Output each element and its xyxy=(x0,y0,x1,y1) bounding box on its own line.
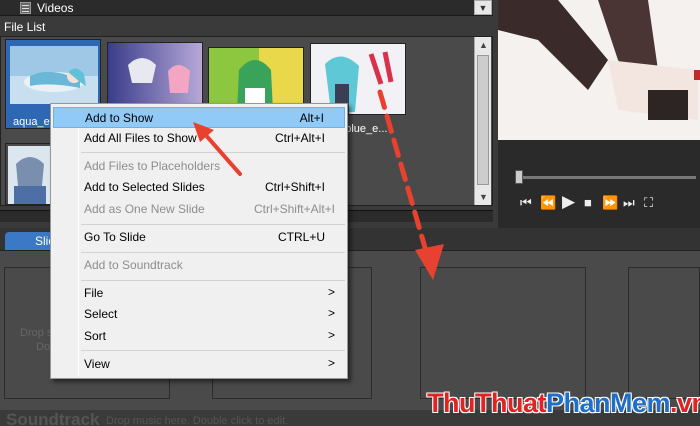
menu-item-select[interactable]: Select > xyxy=(53,304,345,325)
watermark-part: PhanMem xyxy=(545,388,671,418)
menu-item-add-as-one-new-slide[interactable]: Add as One New Slide Ctrl+Shift+Alt+I xyxy=(53,199,345,220)
watermark-part: .vn xyxy=(670,388,700,418)
menu-item-label: Add Files to Placeholders xyxy=(84,159,221,173)
menu-item-label: View xyxy=(84,357,110,371)
play-icon[interactable]: ▶ xyxy=(562,192,575,212)
menu-item-sort[interactable]: Sort > xyxy=(53,326,345,347)
file-list-title: File List xyxy=(4,20,46,34)
menu-item-label: Select xyxy=(84,307,118,321)
folder-dropdown-button[interactable]: ▼ xyxy=(474,0,492,15)
menu-item-label: Sort xyxy=(84,329,107,343)
stop-icon[interactable]: ■ xyxy=(584,195,592,210)
seek-bar[interactable] xyxy=(518,176,696,179)
slide-placeholder[interactable] xyxy=(420,267,586,399)
menu-item-label: Add to Show xyxy=(85,111,154,125)
menu-item-shortcut: Ctrl+Shift+Alt+I xyxy=(253,202,335,216)
preview-image xyxy=(498,0,700,140)
film-strip-icon xyxy=(20,2,31,14)
menu-separator xyxy=(81,252,345,253)
menu-item-label: Add to Soundtrack xyxy=(84,258,183,272)
anime-image-thumbnail xyxy=(8,146,52,204)
soundtrack-label: Soundtrack xyxy=(6,410,100,426)
folder-bar: Videos ▼ xyxy=(0,0,493,16)
menu-item-label: File xyxy=(84,286,104,300)
folder-label: Videos xyxy=(37,1,74,15)
menu-separator xyxy=(81,350,345,351)
watermark-part: Thu xyxy=(427,388,475,418)
menu-item-file[interactable]: File > xyxy=(53,283,345,304)
menu-item-add-to-soundtrack[interactable]: Add to Soundtrack xyxy=(53,255,345,276)
submenu-arrow-icon: > xyxy=(327,306,335,320)
menu-item-shortcut: Ctrl+Shift+I xyxy=(264,180,325,194)
watermark-logo: ThuThuatPhanMem.vn xyxy=(427,388,700,419)
file-thumbnail[interactable] xyxy=(5,143,53,205)
menu-item-add-to-show[interactable]: Add to Show Alt+I xyxy=(53,107,345,128)
submenu-arrow-icon: > xyxy=(327,328,335,342)
menu-item-shortcut: CTRL+U xyxy=(277,230,325,244)
soundtrack-hint: Drop music here. Double click to edit. xyxy=(106,415,289,426)
menu-item-go-to-slide[interactable]: Go To Slide CTRL+U xyxy=(53,227,345,248)
menu-item-add-files-to-placeholders[interactable]: Add Files to Placeholders xyxy=(53,156,345,177)
fast-forward-icon[interactable]: ⏩ xyxy=(602,195,618,211)
menu-item-label: Add as One New Slide xyxy=(84,202,205,216)
menu-item-shortcut: Alt+I xyxy=(299,111,324,125)
slide-drop-hint: Do xyxy=(36,341,51,353)
scroll-up-arrow-icon[interactable]: ▲ xyxy=(475,37,492,53)
submenu-arrow-icon: > xyxy=(327,285,335,299)
seek-bar-handle[interactable] xyxy=(515,170,523,184)
slide-placeholder[interactable] xyxy=(628,267,700,399)
menu-separator xyxy=(81,280,345,281)
menu-item-label: Add to Selected Slides xyxy=(84,180,205,194)
scrollbar-thumb[interactable] xyxy=(477,55,489,185)
file-list-scrollbar[interactable]: ▲ ▼ xyxy=(474,37,491,205)
menu-item-view[interactable]: View > xyxy=(53,354,345,375)
menu-separator xyxy=(81,152,345,153)
menu-item-shortcut: Ctrl+Alt+I xyxy=(274,131,325,145)
player-controls: ⏮ ⏪ ▶ ■ ⏩ ⏭ ⛶ xyxy=(498,140,700,230)
slide-drop-hint: Drop s xyxy=(20,327,53,339)
file-thumbnail-label: aqua_ey xyxy=(13,116,56,128)
menu-item-label: Add All Files to Show xyxy=(84,131,197,145)
skip-to-end-icon[interactable]: ⏭ xyxy=(623,195,635,211)
submenu-arrow-icon: > xyxy=(327,356,335,370)
anime-image-thumbnail xyxy=(10,46,98,104)
context-menu: Add to Show Alt+I Add All Files to Show … xyxy=(50,103,348,379)
rewind-icon[interactable]: ⏪ xyxy=(540,195,556,211)
scroll-down-arrow-icon[interactable]: ▼ xyxy=(475,189,492,205)
skip-to-start-icon[interactable]: ⏮ xyxy=(520,195,532,211)
menu-separator xyxy=(81,224,345,225)
menu-item-label: Go To Slide xyxy=(84,230,146,244)
menu-item-add-to-selected-slides[interactable]: Add to Selected Slides Ctrl+Shift+I xyxy=(53,177,345,198)
watermark-part: Thuat xyxy=(474,388,547,418)
menu-item-add-all-files-to-show[interactable]: Add All Files to Show Ctrl+Alt+I xyxy=(53,128,345,149)
fullscreen-icon[interactable]: ⛶ xyxy=(644,195,653,211)
